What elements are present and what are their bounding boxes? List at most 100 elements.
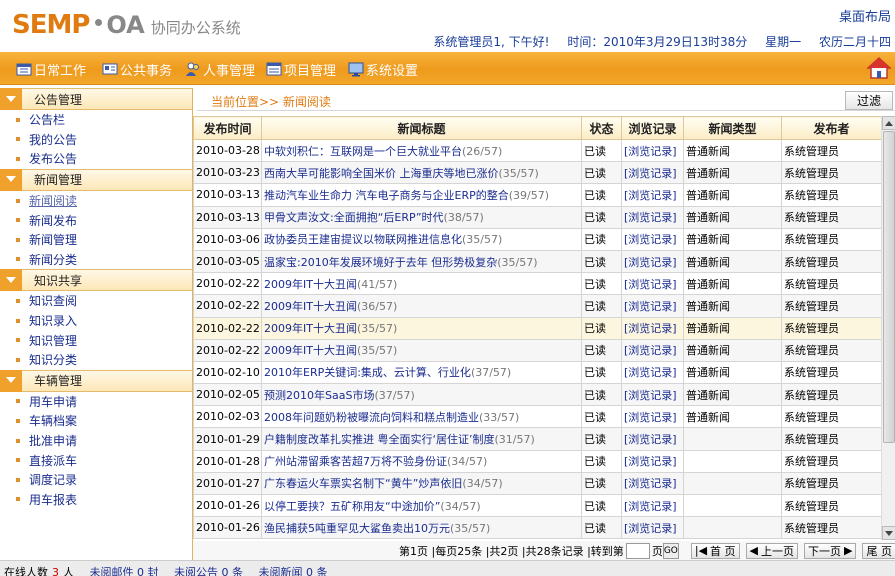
browse-log-link[interactable]: [浏览记录] [621,205,684,229]
browse-log-link[interactable]: [浏览记录] [621,138,684,163]
table-row[interactable]: 2010-03-13 推动汽车业生命力 汽车电子商务与企业ERP的整合(39/57… [193,183,881,207]
browse-log-link[interactable]: [浏览记录] [621,427,684,451]
news-title-link[interactable]: 中软刘积仁：互联网是一个巨大就业平台 [264,145,462,158]
table-row[interactable]: 2010-01-27 广东春运火车票实名制下“黄牛”炒声依旧(34/57) 已读 [浏… [193,471,881,496]
sidebar-item-vehicle-archive[interactable]: 车辆档案 [0,411,192,431]
unread-mail-link[interactable]: 未阅邮件 0 封 [90,566,159,576]
sidebar-item-direct-dispatch[interactable]: 直接派车 [0,450,192,470]
table-row[interactable]: 2010-02-10 2010年ERP关键词:集成、云计算、行业化(37/57) 已… [193,360,881,385]
table-row[interactable]: 2010-02-22 2009年IT十大丑闻(41/57) 已读 [浏览记录] 普通新闻… [193,272,881,296]
sidebar-item-knowledge-category[interactable]: 知识分类 [0,350,192,370]
sidebar-section-knowledge[interactable]: 知识共享 [0,269,192,292]
browse-log-link[interactable]: [浏览记录] [621,227,684,251]
scrollbar-thumb[interactable] [883,131,895,443]
browse-log-link[interactable]: [浏览记录] [621,405,684,429]
scroll-up-arrow-icon[interactable] [882,116,895,130]
browse-log-link[interactable]: [浏览记录] [621,493,684,518]
sidebar-item-news-manage[interactable]: 新闻管理 [0,230,192,250]
table-row[interactable]: 2010-02-22 2009年IT十大丑闻(36/57) 已读 [浏览记录] 普通新闻… [193,294,881,318]
news-title-link[interactable]: 2010年ERP关键词:集成、云计算、行业化 [264,366,471,379]
sidebar-item-knowledge-search[interactable]: 知识查阅 [0,291,192,311]
first-page-button[interactable]: |◀ 首 页 [690,542,740,559]
nav-public-affairs[interactable]: 公共事务 [102,60,172,79]
go-button[interactable]: GO [662,542,679,559]
table-row[interactable]: 2010-01-26 渔民捕获5吨重罕见大鲨鱼卖出10万元(35/57) 已读 [浏览… [193,516,881,540]
sidebar-item-approve-request[interactable]: 批准申请 [0,431,192,451]
page-number-input[interactable] [625,542,650,559]
vertical-scrollbar[interactable] [881,116,895,540]
table-row[interactable]: 2010-02-05 预测2010年SaaS市场(37/57) 已读 [浏览记录] 普通… [193,383,881,407]
nav-projects[interactable]: 项目管理 [266,60,336,79]
table-row[interactable]: 2010-02-03 2008年问题奶粉被曝流向饲料和糕点制造业(33/57) 已读… [193,405,881,429]
table-row[interactable]: 2010-01-29 户籍制度改革扎实推进 粤全面实行‘居住证’制度(31/57)… [193,427,881,451]
news-title-link[interactable]: 户籍制度改革扎实推进 粤全面实行‘居住证’制度 [264,433,495,446]
news-title-link[interactable]: 2009年IT十大丑闻 [264,322,357,335]
table-row[interactable]: 2010-03-05 温家宝:2010年发展环境好于去年 但形势极复杂(35/57… [193,249,881,274]
news-title-link[interactable]: 广州站滞留乘客苦超7万将不验身份证 [264,455,447,468]
news-title-link[interactable]: 以停工要挟？五矿称用友“中途加价” [264,500,440,513]
sidebar-section-news[interactable]: 新闻管理 [0,168,192,191]
sidebar-item-news-category[interactable]: 新闻分类 [0,250,192,270]
home-icon[interactable] [866,56,892,83]
last-page-button[interactable]: 尾 页▶| [862,542,895,559]
scroll-down-arrow-icon[interactable] [882,526,895,540]
column-header-publisher[interactable]: 发布者 [781,116,881,140]
column-header-browse-log[interactable]: 浏览记录 [621,116,684,140]
news-title-link[interactable]: 渔民捕获5吨重罕见大鲨鱼卖出10万元 [264,522,450,535]
table-row[interactable]: 2010-03-06 政协委员王建宙提议以物联网推进信息化(35/57) 已读 [浏览… [193,227,881,251]
news-title-link[interactable]: 2009年IT十大丑闻 [264,300,357,313]
sidebar-item-vehicle-request[interactable]: 用车申请 [0,392,192,412]
table-row[interactable]: 2010-02-22 2009年IT十大丑闻(35/57) 已读 [浏览记录] 普通新闻… [193,338,881,362]
browse-log-link[interactable]: [浏览记录] [621,360,684,385]
column-header-title[interactable]: 新闻标题 [261,116,582,140]
browse-log-link[interactable]: [浏览记录] [621,183,684,207]
sidebar-item-publish-notice[interactable]: 发布公告 [0,149,192,169]
sidebar-section-notice[interactable]: 公告管理 [0,88,192,110]
table-row[interactable]: 2010-03-28 中软刘积仁：互联网是一个巨大就业平台(26/57) 已读 [浏览… [193,138,881,163]
column-header-date[interactable]: 发布时间 [193,116,262,140]
news-title-link[interactable]: 预测2010年SaaS市场 [264,389,374,402]
nav-daily-work[interactable]: 日常工作 [16,60,86,79]
table-row[interactable]: 2010-03-23 西南大旱可能影响全国米价 上海重庆等地已涨价(35/57) 已… [193,161,881,185]
table-row[interactable]: 2010-01-26 以停工要挟？五矿称用友“中途加价”(34/57) 已读 [浏览记… [193,493,881,518]
browse-log-link[interactable]: [浏览记录] [621,161,684,185]
news-title-link[interactable]: 温家宝:2010年发展环境好于去年 但形势极复杂 [264,256,497,269]
filter-button[interactable]: 过滤 [845,91,893,110]
browse-log-link[interactable]: [浏览记录] [621,294,684,318]
browse-log-link[interactable]: [浏览记录] [621,249,684,274]
sidebar-item-news-reading[interactable]: 新闻阅读 [0,191,192,211]
news-title-link[interactable]: 广东春运火车票实名制下“黄牛”炒声依旧 [264,477,462,490]
sidebar-item-knowledge-entry[interactable]: 知识录入 [0,311,192,331]
browse-log-link[interactable]: [浏览记录] [621,338,684,362]
browse-log-link[interactable]: [浏览记录] [621,316,684,340]
browse-log-link[interactable]: [浏览记录] [621,383,684,407]
sidebar-item-knowledge-manage[interactable]: 知识管理 [0,330,192,350]
news-title-link[interactable]: 2009年IT十大丑闻 [264,344,357,357]
unread-notice-link[interactable]: 未阅公告 0 条 [174,566,243,576]
prev-page-button[interactable]: ◀ 上一页 [745,542,799,559]
nav-hr[interactable]: 人事管理 [185,60,255,79]
sidebar-section-vehicles[interactable]: 车辆管理 [0,369,192,392]
sidebar-item-bulletin-board[interactable]: 公告栏 [0,110,192,130]
nav-settings[interactable]: 系统设置 [348,60,418,79]
table-row[interactable]: 2010-03-13 甲骨文声汝文:全面拥抱“后ERP”时代(38/57) 已读 [浏… [193,205,881,229]
unread-news-link[interactable]: 未阅新闻 0 条 [259,566,328,576]
news-title-link[interactable]: 政协委员王建宙提议以物联网推进信息化 [264,233,462,246]
news-title-link[interactable]: 西南大旱可能影响全国米价 上海重庆等地已涨价 [264,167,499,180]
news-title-link[interactable]: 甲骨文声汝文:全面拥抱“后ERP”时代 [264,211,444,224]
column-header-news-type[interactable]: 新闻类型 [683,116,782,140]
news-title-link[interactable]: 推动汽车业生命力 汽车电子商务与企业ERP的整合 [264,189,509,202]
sidebar-item-news-publish[interactable]: 新闻发布 [0,210,192,230]
news-title-link[interactable]: 2009年IT十大丑闻 [264,278,357,291]
sidebar-item-dispatch-log[interactable]: 调度记录 [0,470,192,490]
browse-log-link[interactable]: [浏览记录] [621,471,684,496]
browse-log-link[interactable]: [浏览记录] [621,449,684,473]
column-header-status[interactable]: 状态 [581,116,622,140]
news-title-link[interactable]: 2008年问题奶粉被曝流向饲料和糕点制造业 [264,411,479,424]
sidebar-item-my-notices[interactable]: 我的公告 [0,130,192,150]
browse-log-link[interactable]: [浏览记录] [621,272,684,296]
table-row[interactable]: 2010-01-28 广州站滞留乘客苦超7万将不验身份证(34/57) 已读 [浏览记… [193,449,881,473]
next-page-button[interactable]: 下一页 ▶ [804,542,857,559]
sidebar-item-vehicle-report[interactable]: 用车报表 [0,490,192,510]
browse-log-link[interactable]: [浏览记录] [621,516,684,540]
